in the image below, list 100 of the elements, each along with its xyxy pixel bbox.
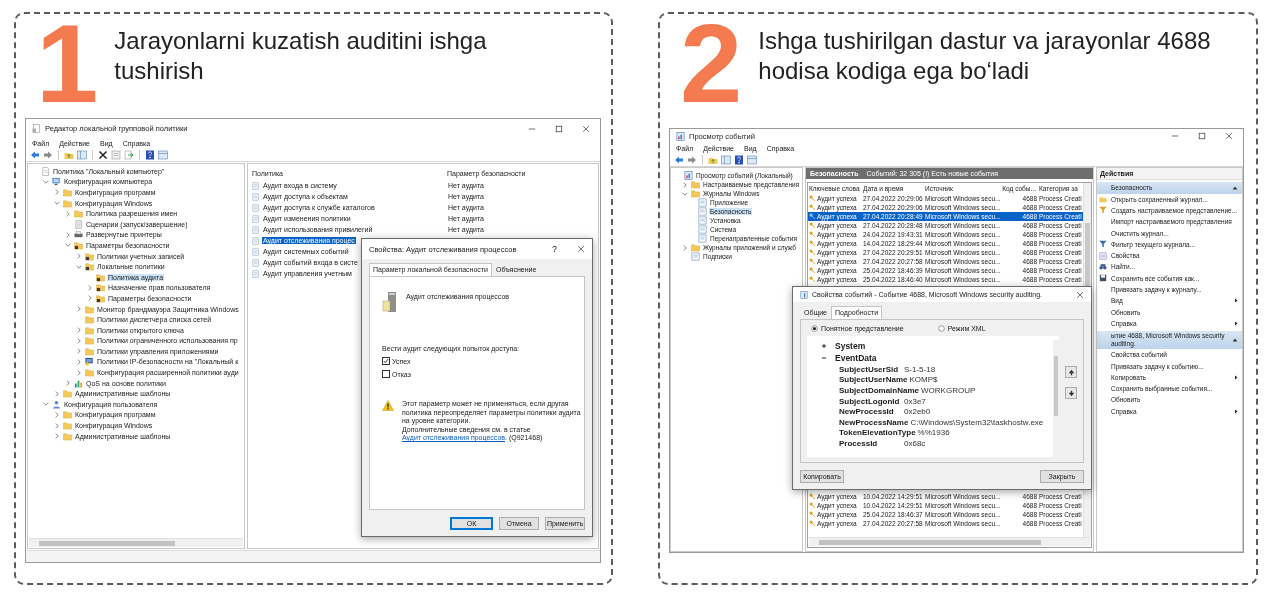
key-icon: [809, 204, 816, 211]
chevron-down-icon[interactable]: [53, 199, 61, 208]
minus-icon[interactable]: [821, 355, 827, 361]
policy-icon: [252, 214, 260, 223]
close-icon[interactable]: [582, 124, 590, 133]
field-value: S-1-5-18: [904, 364, 936, 374]
field-value: %%1936: [917, 428, 950, 438]
key-icon: [809, 267, 816, 274]
key-icon: [809, 502, 816, 509]
radio-button[interactable]: [811, 325, 818, 332]
back-arrow-icon[interactable]: [674, 155, 684, 165]
minimize-icon[interactable]: [1171, 132, 1179, 140]
up-folder-icon[interactable]: [708, 155, 718, 165]
network-icon: [85, 357, 94, 367]
maximize-icon[interactable]: [1198, 132, 1206, 140]
policy-icon: [252, 225, 260, 234]
chevron-right-icon[interactable]: [53, 421, 61, 430]
key-icon: [809, 249, 816, 256]
chevron-right-icon[interactable]: [75, 336, 83, 345]
policy-icon: [252, 192, 260, 201]
chevron-right-icon[interactable]: [53, 188, 61, 197]
event-viewer-icon: [676, 131, 685, 141]
close-icon[interactable]: [1225, 132, 1233, 140]
chevron-right-icon[interactable]: [86, 283, 94, 292]
chevron-right-icon[interactable]: [75, 305, 83, 313]
key-icon: [809, 258, 816, 265]
policy-icon: [252, 258, 260, 267]
close-icon[interactable]: [1076, 290, 1084, 299]
policy-icon: [252, 236, 260, 245]
key-icon: [809, 511, 816, 518]
field-name: SubjectUserName: [839, 375, 908, 385]
plus-icon[interactable]: [821, 343, 827, 349]
script-icon: [74, 219, 83, 229]
close-icon[interactable]: [577, 245, 585, 253]
forward-arrow-icon[interactable]: [43, 150, 53, 160]
maximize-icon[interactable]: [555, 124, 563, 133]
chevron-right-icon[interactable]: [53, 432, 61, 441]
chevron-down-icon[interactable]: [42, 400, 50, 409]
up-folder-icon[interactable]: [64, 150, 74, 160]
chevron-right-icon[interactable]: [75, 347, 83, 356]
properties-icon: [1099, 251, 1107, 260]
computer-icon: [52, 177, 61, 187]
key-icon: [809, 222, 816, 229]
vertical-scrollbar[interactable]: [1053, 340, 1059, 457]
binoculars-icon: [1099, 262, 1107, 271]
help-icon[interactable]: [734, 155, 744, 165]
lock-folder-icon: [96, 293, 105, 303]
back-arrow-icon[interactable]: [30, 150, 40, 160]
event-viewer-icon: [684, 171, 693, 180]
collapse-arrow-icon[interactable]: [1232, 184, 1238, 191]
field-name: ProcessId: [839, 438, 879, 448]
export-icon[interactable]: [124, 150, 134, 160]
forward-arrow-icon[interactable]: [687, 155, 697, 165]
log-icon: [691, 252, 700, 261]
chevron-right-icon[interactable]: [681, 180, 689, 189]
field-value: KOMP$: [909, 375, 938, 385]
checkbox[interactable]: [382, 357, 390, 365]
next-event-button[interactable]: [1065, 387, 1077, 399]
panel-view-icon[interactable]: [77, 150, 87, 160]
key-icon: [809, 276, 816, 283]
step-number: 2: [680, 8, 743, 120]
log-icon: [698, 198, 707, 207]
log-icon: [698, 234, 707, 243]
field-value: 0x3e7: [904, 396, 926, 406]
lock-folder-icon: [96, 272, 105, 282]
delete-icon[interactable]: [98, 150, 108, 160]
help-icon[interactable]: [145, 150, 155, 160]
log-icon: [698, 207, 707, 216]
previous-event-button[interactable]: [1065, 366, 1077, 378]
save-icon: [1099, 274, 1107, 283]
key-icon: [809, 520, 816, 527]
field-value: C:\Windows\System32\taskhostw.exe: [910, 417, 1044, 427]
lock-folder-icon: [74, 240, 83, 250]
key-icon: [809, 240, 816, 247]
chevron-right-icon[interactable]: [53, 410, 61, 419]
key-icon: [809, 213, 816, 220]
policy-icon: [252, 181, 260, 190]
horizontal-scrollbar[interactable]: [29, 538, 243, 547]
policy-icon: [252, 269, 260, 278]
chevron-down-icon[interactable]: [64, 241, 72, 250]
printer-icon: [74, 230, 83, 240]
chevron-right-icon[interactable]: [53, 389, 61, 398]
radio-button[interactable]: [937, 325, 945, 332]
field-name: TokenElevationType: [839, 428, 916, 438]
chevron-right-icon[interactable]: [75, 252, 83, 261]
chevron-right-icon[interactable]: [681, 243, 689, 252]
horizontal-scrollbar[interactable]: [809, 537, 1090, 546]
chevron-right-icon[interactable]: [64, 209, 72, 218]
help-button[interactable]: ?: [552, 244, 557, 254]
chevron-right-icon[interactable]: [86, 294, 94, 303]
chevron-right-icon[interactable]: [64, 230, 72, 239]
chevron-right-icon[interactable]: [75, 326, 83, 335]
section-name: EventData: [835, 353, 877, 363]
chevron-right-icon[interactable]: [75, 368, 83, 377]
funnel-icon: [1099, 206, 1107, 215]
collapse-arrow-icon[interactable]: [1232, 337, 1238, 344]
chevron-right-icon[interactable]: [75, 358, 83, 366]
chevron-right-icon[interactable]: [64, 379, 72, 388]
field-name: SubjectDomainName: [839, 386, 920, 395]
checkbox[interactable]: [382, 370, 390, 378]
